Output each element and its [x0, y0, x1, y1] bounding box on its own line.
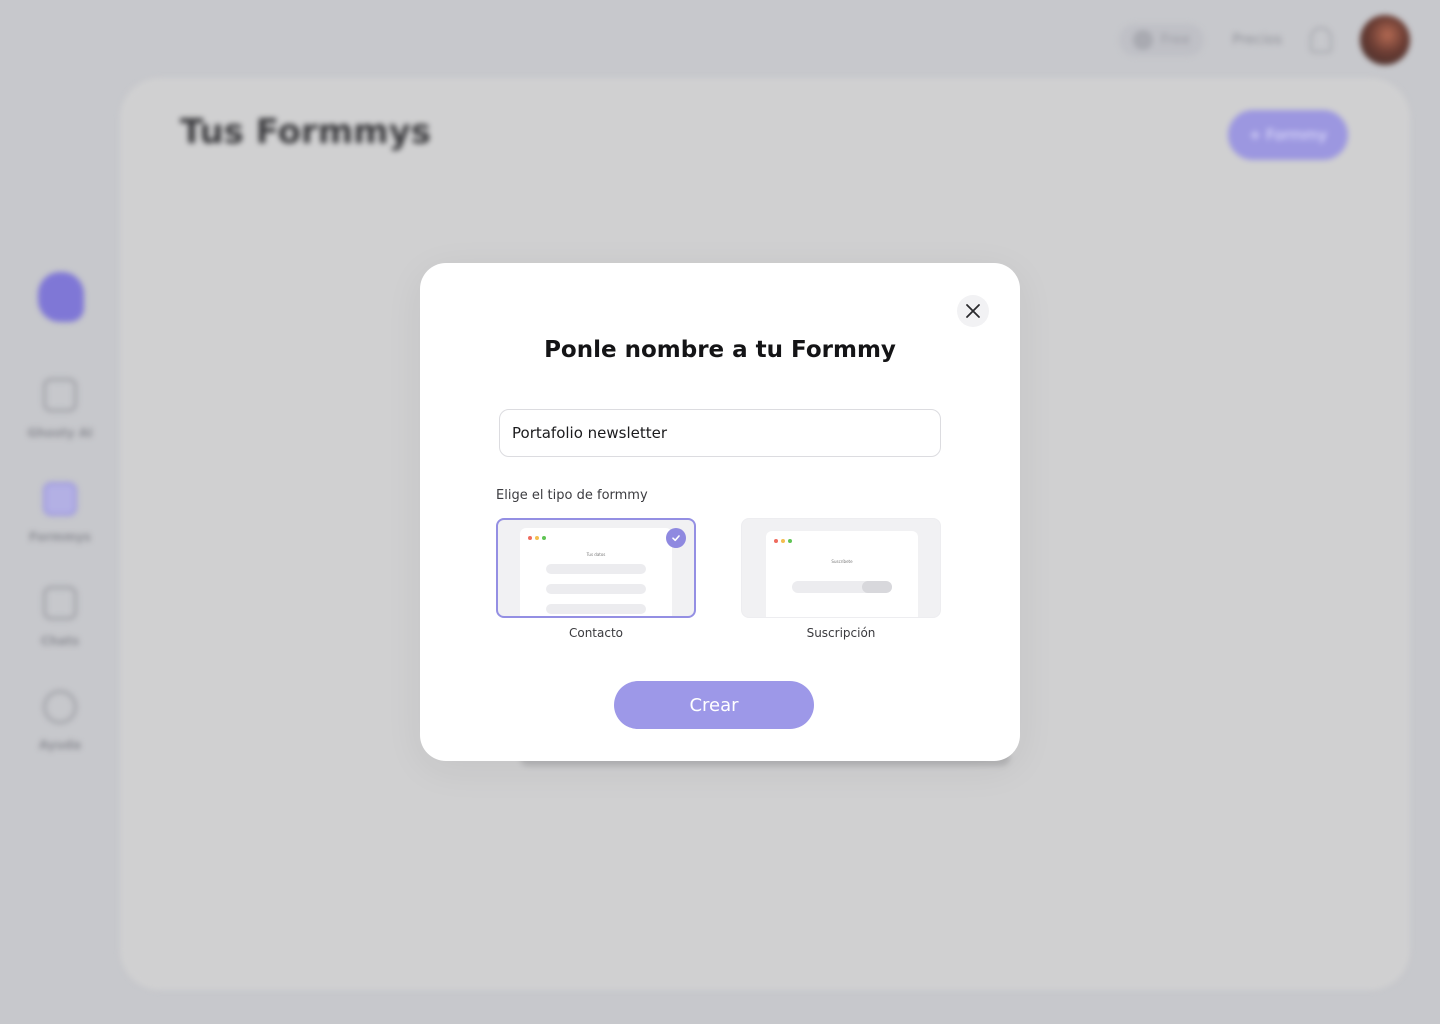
modal-title: Ponle nombre a tu Formmy [544, 337, 896, 363]
selected-check-icon [666, 528, 686, 548]
type-label: Elige el tipo de formmy [496, 488, 648, 503]
subscription-form-preview: Suscríbete [766, 531, 918, 617]
forms-icon [43, 482, 77, 516]
sidebar-item-label: Ayuda [39, 738, 81, 752]
sidebar-item-help: Ayuda [20, 690, 100, 752]
sidebar-item-ghosty: Ghosty AI [20, 378, 100, 440]
window-dots [774, 539, 792, 543]
message-icon [43, 586, 77, 620]
option-contact[interactable]: Tus datos Contacto [496, 518, 696, 640]
ghost-logo-icon [38, 272, 84, 322]
top-bar: Free Precios [1118, 14, 1410, 66]
pricing-link: Precios [1232, 32, 1282, 48]
sidebar-item-label: Ghosty AI [27, 426, 93, 440]
sidebar-item-label: Chats [40, 634, 80, 648]
close-icon [966, 304, 980, 318]
sidebar-item-chats: Chats [20, 586, 100, 648]
create-button[interactable]: Crear [614, 681, 814, 729]
chat-icon [43, 378, 77, 412]
new-formmy-button: + Formmy [1228, 110, 1348, 160]
preview-title: Tus datos [586, 552, 606, 557]
option-label: Suscripción [806, 626, 876, 640]
option-label: Contacto [568, 626, 624, 640]
avatar [1360, 15, 1410, 65]
bell-icon [1310, 27, 1332, 53]
create-formmy-modal: Ponle nombre a tu Formmy Elige el tipo d… [420, 263, 1020, 761]
formmy-name-input[interactable] [499, 409, 941, 457]
preview-field [546, 604, 646, 614]
page-title: Tus Formmys [180, 112, 431, 152]
window-dots [528, 536, 546, 540]
contact-form-preview: Tus datos [520, 528, 672, 616]
preview-field [546, 584, 646, 594]
plan-icon [1132, 30, 1153, 50]
preview-field [546, 564, 646, 574]
help-icon [43, 690, 77, 724]
preview-submit-button [862, 581, 892, 593]
option-card[interactable]: Suscríbete [741, 518, 941, 618]
option-subscription[interactable]: Suscríbete Suscripción [741, 518, 941, 640]
sidebar-item-formmys: Formmys [20, 482, 100, 544]
preview-title: Suscríbete [831, 559, 853, 564]
option-card[interactable]: Tus datos [496, 518, 696, 618]
close-button[interactable] [957, 295, 989, 327]
sidebar-item-label: Formmys [29, 530, 91, 544]
plan-label: Free [1160, 32, 1191, 48]
plan-badge: Free [1118, 24, 1205, 56]
